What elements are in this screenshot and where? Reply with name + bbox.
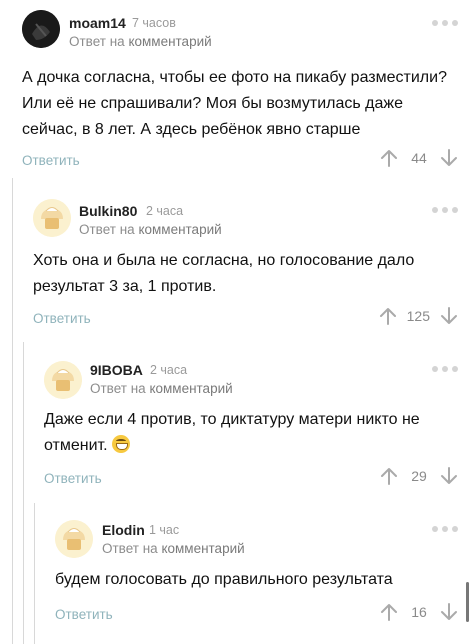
upvote-icon[interactable] [380, 149, 398, 167]
comment-text: А дочка согласна, чтобы ее фото на пикаб… [22, 69, 447, 138]
downvote-icon[interactable] [440, 603, 458, 621]
upvote-icon[interactable] [379, 307, 397, 325]
avatar[interactable] [22, 10, 60, 48]
comment-text: будем голосовать до правильного результа… [55, 571, 393, 588]
avatar[interactable] [55, 520, 93, 558]
username[interactable]: Bulkin80 [79, 203, 137, 219]
rating-count: 29 [411, 468, 427, 484]
comment: moam14 7 часов Ответ на комментарий А до… [22, 10, 474, 178]
comment-footer: Ответить 29 [44, 467, 474, 493]
username[interactable]: 9IBOBA [90, 362, 143, 378]
comment-footer: Ответить 125 [33, 307, 474, 333]
reply-to-link[interactable]: комментарий [149, 381, 232, 396]
comment-footer: Ответить 16 [55, 603, 474, 629]
thread-rail[interactable] [12, 178, 13, 644]
comment-header: Elodin 1 час Ответ на комментарий [55, 517, 474, 565]
reply-to-label: Ответ на комментарий [102, 541, 245, 556]
comment-header: Bulkin80 2 часа Ответ на комментарий [33, 195, 474, 243]
comment: Bulkin80 2 часа Ответ на комментарий Хот… [33, 195, 474, 345]
comment-time: 2 часа [146, 204, 184, 218]
username[interactable]: moam14 [69, 15, 126, 31]
comment-text: Даже если 4 против, то диктатуру матери … [44, 411, 420, 454]
comment-header: 9IBOBA 2 часа Ответ на комментарий [44, 357, 474, 405]
reply-to-link[interactable]: комментарий [161, 541, 244, 556]
comment: Elodin 1 час Ответ на комментарий будем … [55, 517, 474, 644]
reply-button[interactable]: Ответить [55, 607, 113, 622]
comment: 9IBOBA 2 часа Ответ на комментарий Даже … [44, 357, 474, 505]
downvote-icon[interactable] [440, 307, 458, 325]
reply-button[interactable]: Ответить [33, 311, 91, 326]
comment-text: Хоть она и была не согласна, но голосова… [33, 252, 415, 295]
default-avatar-icon [44, 361, 82, 399]
grinning-face-emoji [111, 435, 130, 453]
reply-button[interactable]: Ответить [22, 153, 80, 168]
default-avatar-icon [33, 199, 71, 237]
comment-footer: Ответить 44 [22, 149, 474, 175]
comment-time: 7 часов [132, 16, 176, 30]
comment-time: 2 часа [150, 363, 188, 377]
username[interactable]: Elodin [102, 522, 145, 538]
user-photo-icon [22, 10, 60, 48]
rating-count: 125 [406, 308, 430, 324]
rating-count: 16 [411, 604, 427, 620]
reply-to-link[interactable]: комментарий [138, 222, 221, 237]
avatar[interactable] [33, 199, 71, 237]
rating: 125 [379, 307, 458, 325]
default-avatar-icon [55, 520, 93, 558]
reply-to-label: Ответ на комментарий [79, 222, 222, 237]
rating: 29 [380, 467, 458, 485]
more-options-icon[interactable] [432, 366, 458, 372]
reply-to-label: Ответ на комментарий [69, 34, 212, 49]
thread-rail[interactable] [23, 342, 24, 644]
comment-header: moam14 7 часов Ответ на комментарий [22, 10, 474, 58]
more-options-icon[interactable] [432, 20, 458, 26]
reply-to-label: Ответ на комментарий [90, 381, 233, 396]
thread-rail[interactable] [34, 503, 35, 644]
downvote-icon[interactable] [440, 467, 458, 485]
reply-to-link[interactable]: комментарий [128, 34, 211, 49]
more-options-icon[interactable] [432, 207, 458, 213]
comment-time: 1 час [149, 523, 180, 537]
rating: 44 [380, 149, 458, 167]
avatar[interactable] [44, 361, 82, 399]
upvote-icon[interactable] [380, 603, 398, 621]
upvote-icon[interactable] [380, 467, 398, 485]
downvote-icon[interactable] [440, 149, 458, 167]
rating: 16 [380, 603, 458, 621]
more-options-icon[interactable] [432, 526, 458, 532]
reply-button[interactable]: Ответить [44, 471, 102, 486]
rating-count: 44 [411, 150, 427, 166]
